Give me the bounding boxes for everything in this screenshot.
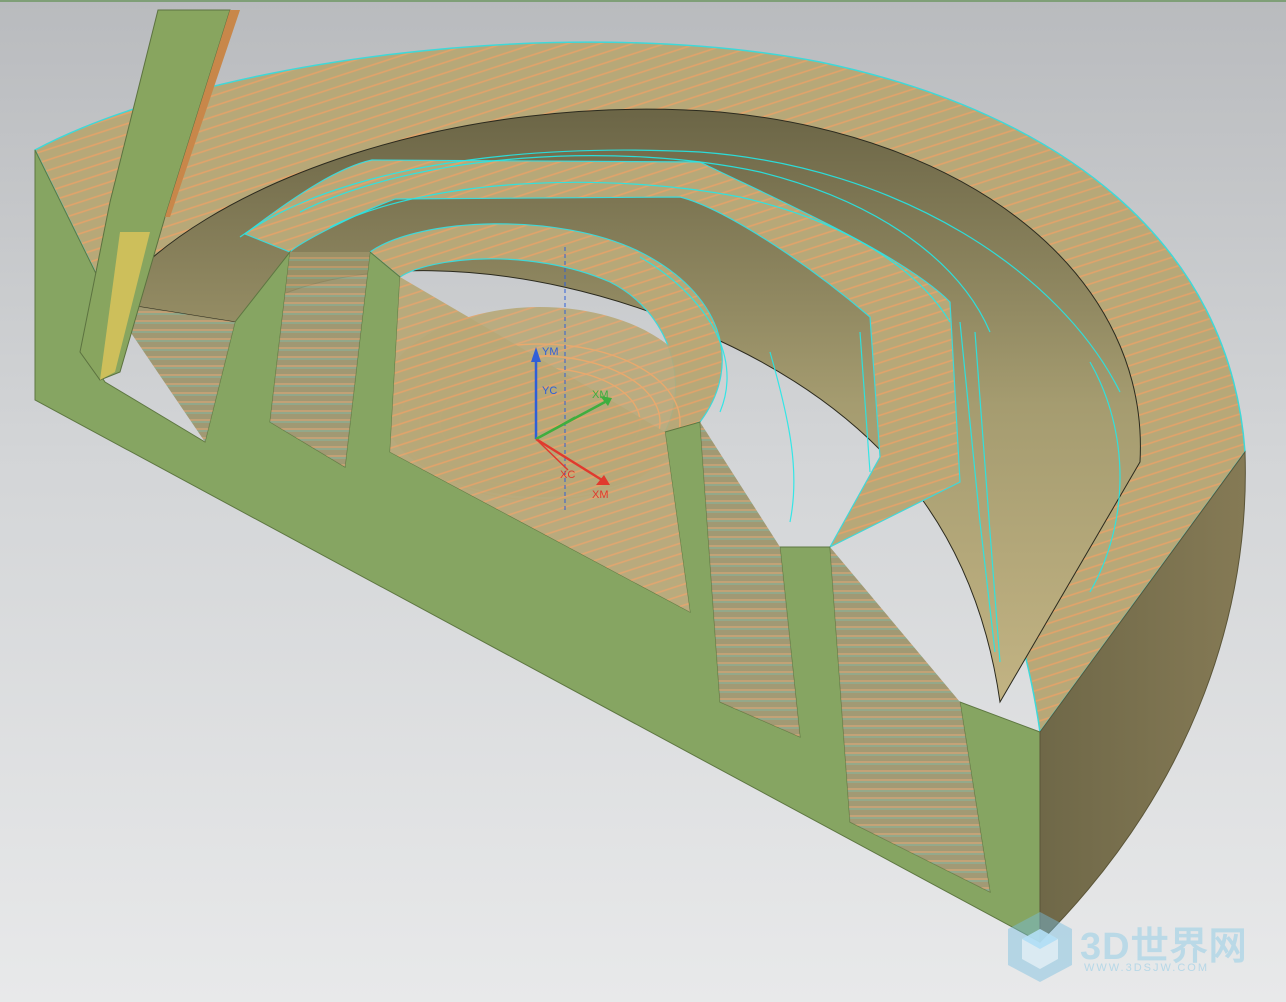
machining-model-view[interactable]: YM XM XM YC XC — [0, 2, 1286, 1002]
xm-label: XM — [592, 489, 609, 501]
cube-logo-icon — [1008, 912, 1072, 982]
yc-label: YC — [542, 385, 557, 397]
xc-label: XC — [560, 469, 575, 481]
graphics-viewport[interactable]: YM XM XM YC XC 3D世界网 WWW.3DSJW.COM — [0, 0, 1286, 1002]
site-watermark: 3D世界网 WWW.3DSJW.COM — [1000, 907, 1270, 987]
watermark-url: WWW.3DSJW.COM — [1084, 962, 1209, 974]
ym-label: YM — [542, 346, 559, 358]
xm-green-label: XM — [592, 389, 609, 401]
